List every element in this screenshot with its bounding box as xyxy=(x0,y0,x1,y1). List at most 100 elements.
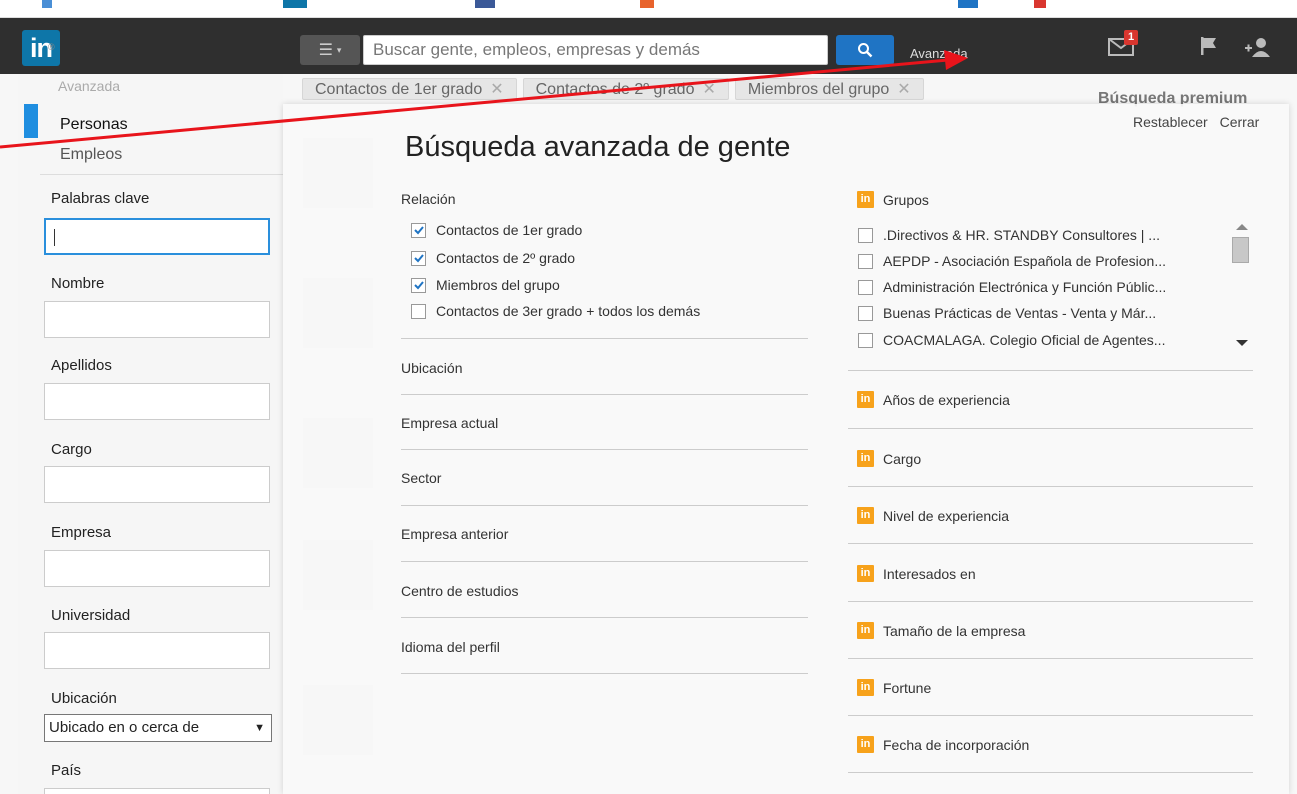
close-icon[interactable]: ✕ xyxy=(490,81,503,98)
title-input[interactable] xyxy=(44,466,270,503)
search-input[interactable]: Buscar gente, empleos, empresas y demás xyxy=(363,35,828,65)
section-current-company[interactable]: Empresa actual xyxy=(401,415,498,431)
section-function[interactable]: in Cargo xyxy=(857,450,921,467)
section-interested-in[interactable]: in Interesados en xyxy=(857,565,976,582)
filter-chip[interactable]: Contactos de 1er grado ✕ xyxy=(302,78,517,100)
divider xyxy=(848,428,1253,429)
section-join-date[interactable]: in Fecha de incorporación xyxy=(857,736,1029,753)
country-label: País xyxy=(51,762,82,779)
search-button[interactable] xyxy=(836,35,894,65)
filter-chips: Contactos de 1er grado ✕ Contactos de 2º … xyxy=(302,78,924,100)
advanced-search-link[interactable]: Avanzada xyxy=(910,46,968,61)
tab-people[interactable]: Personas xyxy=(60,116,128,134)
checkbox-unchecked[interactable] xyxy=(858,253,873,269)
section-fortune[interactable]: in Fortune xyxy=(857,679,931,696)
section-industry[interactable]: Sector xyxy=(401,470,441,486)
last-name-input[interactable] xyxy=(44,383,270,420)
premium-badge-icon: in xyxy=(857,679,874,696)
divider xyxy=(401,449,808,450)
premium-badge-icon: in xyxy=(857,507,874,524)
scrollbar-thumb[interactable] xyxy=(1232,237,1249,263)
option-label: Contactos de 1er grado xyxy=(436,222,583,238)
section-groups: in Grupos xyxy=(857,191,929,208)
filter-chip[interactable]: Miembros del grupo ✕ xyxy=(734,78,924,100)
section-school[interactable]: Centro de estudios xyxy=(401,583,519,599)
group-option[interactable]: COACMALAGA. Colegio Oficial de Agentes..… xyxy=(858,332,1165,348)
location-select[interactable]: Ubicado en o cerca de ▼ xyxy=(44,714,272,742)
close-link[interactable]: Cerrar xyxy=(1220,114,1260,130)
premium-badge-icon: in xyxy=(857,736,874,753)
relationship-option[interactable]: Contactos de 2º grado xyxy=(411,250,575,266)
flag-icon[interactable] xyxy=(1200,36,1218,61)
premium-badge-icon: in xyxy=(857,191,874,208)
add-contact-icon[interactable] xyxy=(1244,36,1272,63)
section-label: Interesados en xyxy=(883,565,976,582)
section-seniority[interactable]: in Nivel de experiencia xyxy=(857,507,1009,524)
company-input[interactable] xyxy=(44,550,270,587)
filter-chip[interactable]: Contactos de 2º grado ✕ xyxy=(522,78,729,100)
school-input[interactable] xyxy=(44,632,270,669)
checkbox-checked[interactable] xyxy=(411,250,426,266)
bookmark-icon[interactable] xyxy=(283,0,307,8)
keywords-label: Palabras clave xyxy=(51,190,150,207)
section-past-company[interactable]: Empresa anterior xyxy=(401,526,508,542)
bookmark-icon[interactable] xyxy=(958,0,978,8)
group-label: Administración Electrónica y Función Púb… xyxy=(883,279,1167,295)
section-years-experience[interactable]: in Años de experiencia xyxy=(857,391,1010,408)
sidebar xyxy=(18,74,283,794)
group-option[interactable]: Administración Electrónica y Función Púb… xyxy=(858,279,1166,295)
checkbox-checked[interactable] xyxy=(411,222,426,238)
close-icon[interactable]: ✕ xyxy=(702,81,715,98)
checkbox-unchecked[interactable] xyxy=(411,303,426,319)
chevron-down-icon: ▾ xyxy=(336,44,342,55)
checkbox-checked[interactable] xyxy=(411,277,426,293)
divider xyxy=(401,617,808,618)
divider xyxy=(848,601,1253,602)
group-option[interactable]: AEPDP - Asociación Española de Profesion… xyxy=(858,253,1166,269)
relationship-option[interactable]: Contactos de 3er grado + todos los demás xyxy=(411,303,700,319)
group-label: AEPDP - Asociación Española de Profesion… xyxy=(883,253,1167,269)
linkedin-logo[interactable]: in xyxy=(22,30,66,66)
relationship-option[interactable]: Miembros del grupo xyxy=(411,277,560,293)
bookmark-icon[interactable] xyxy=(1034,0,1046,8)
section-profile-language[interactable]: Idioma del perfil xyxy=(401,639,500,655)
location-select-value: Ubicado en o cerca de xyxy=(49,719,200,736)
checkbox-unchecked[interactable] xyxy=(858,305,873,321)
search-menu-button[interactable]: ☰ ▾ xyxy=(300,35,360,65)
checkbox-unchecked[interactable] xyxy=(858,227,873,243)
section-label: Años de experiencia xyxy=(883,391,1010,408)
chip-label: Miembros del grupo xyxy=(747,81,890,98)
chevron-down-icon: ▼ xyxy=(254,722,265,734)
section-company-size[interactable]: in Tamaño de la empresa xyxy=(857,622,1025,639)
section-location[interactable]: Ubicación xyxy=(401,360,462,376)
checkbox-unchecked[interactable] xyxy=(858,279,873,295)
section-label: Nivel de experiencia xyxy=(883,507,1010,524)
modal-actions: Restablecer Cerrar xyxy=(1125,114,1259,130)
relationship-option[interactable]: Contactos de 1er grado xyxy=(411,222,582,238)
bookmark-icon[interactable] xyxy=(475,0,495,8)
top-navigation-bar: in ® ☰ ▾ Buscar gente, empleos, empresas … xyxy=(0,18,1297,74)
premium-badge-icon: in xyxy=(857,450,874,467)
tab-jobs[interactable]: Empleos xyxy=(60,146,122,164)
group-option[interactable]: Buenas Prácticas de Ventas - Venta y Már… xyxy=(858,305,1156,321)
group-label: Buenas Prácticas de Ventas - Venta y Már… xyxy=(883,305,1157,321)
reset-link[interactable]: Restablecer xyxy=(1133,114,1208,130)
divider xyxy=(401,338,808,339)
group-option[interactable]: .Directivos & HR. STANDBY Consultores | … xyxy=(858,227,1160,243)
checkbox-unchecked[interactable] xyxy=(858,332,873,348)
first-name-input[interactable] xyxy=(44,301,270,338)
country-input[interactable] xyxy=(44,788,270,794)
divider xyxy=(40,174,283,175)
trademark-mark: ® xyxy=(48,42,55,52)
bookmark-icon[interactable] xyxy=(42,0,52,8)
keywords-input[interactable] xyxy=(44,218,270,255)
checkmark-icon xyxy=(413,281,424,290)
close-icon[interactable]: ✕ xyxy=(897,81,910,98)
location-label: Ubicación xyxy=(51,690,117,707)
sidebar-heading: Avanzada xyxy=(58,78,121,94)
divider xyxy=(401,394,808,395)
bookmark-icon[interactable] xyxy=(640,0,654,8)
premium-badge-icon: in xyxy=(857,565,874,582)
list-icon: ☰ xyxy=(318,42,333,59)
divider xyxy=(848,658,1253,659)
